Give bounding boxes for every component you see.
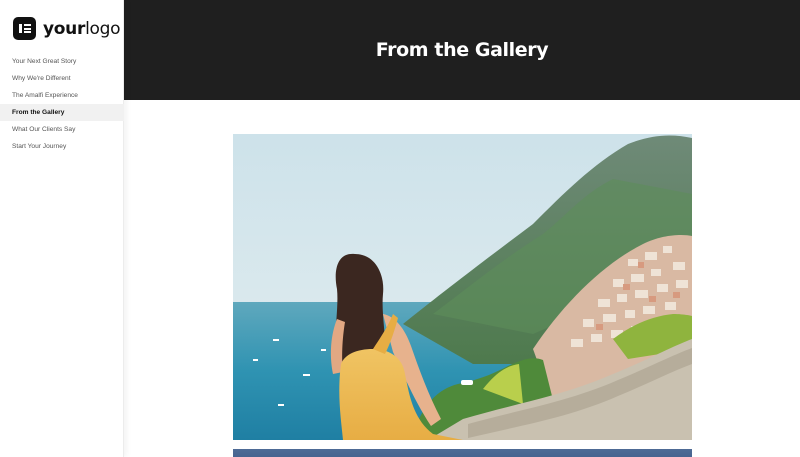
elementor-logo-icon: [13, 17, 36, 40]
page: yourlogo Your Next Great Story Why We're…: [0, 0, 800, 457]
coastline-photo: [233, 449, 692, 457]
page-title: From the Gallery: [375, 39, 549, 61]
sidebar-item-start-your-journey[interactable]: Start Your Journey: [0, 138, 124, 155]
page-header: From the Gallery: [124, 0, 800, 100]
sidebar: yourlogo Your Next Great Story Why We're…: [0, 0, 124, 457]
site-logo[interactable]: yourlogo: [13, 17, 120, 40]
woman-overlooking-positano-photo: [233, 134, 692, 440]
sidebar-item-the-amalfi-experience[interactable]: The Amalfi Experience: [0, 87, 124, 104]
sidebar-item-what-our-clients-say[interactable]: What Our Clients Say: [0, 121, 124, 138]
sidebar-item-why-were-different[interactable]: Why We're Different: [0, 70, 124, 87]
sidebar-item-your-next-great-story[interactable]: Your Next Great Story: [0, 53, 124, 70]
logo-text: yourlogo: [43, 18, 121, 39]
sidebar-item-from-the-gallery[interactable]: From the Gallery: [0, 104, 124, 121]
sidebar-nav: Your Next Great Story Why We're Differen…: [0, 53, 124, 155]
